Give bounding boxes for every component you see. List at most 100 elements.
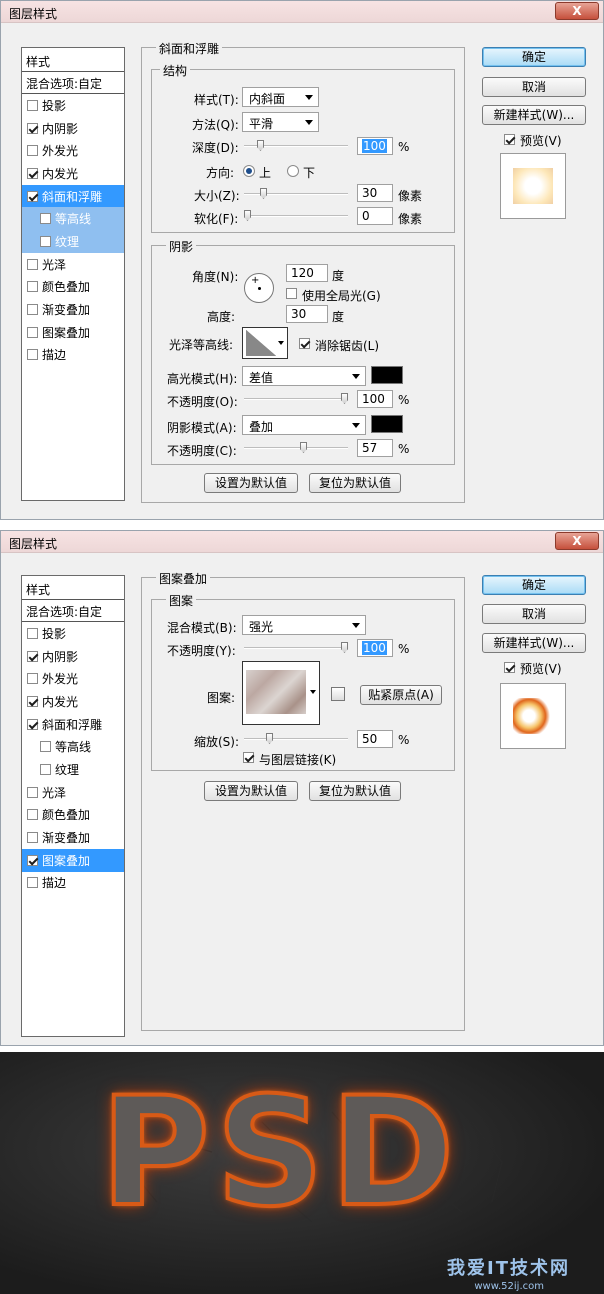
checkbox[interactable] [27,281,38,293]
styles-header[interactable]: 样式 [22,576,124,600]
link-with-layer-checkbox[interactable] [243,752,254,763]
style-texture[interactable]: 纹理 [22,230,124,253]
style-outer-glow[interactable]: 外发光 [22,667,124,690]
snap-to-origin-button[interactable]: 贴紧原点(A) [360,685,442,705]
size-input[interactable]: 30 [357,184,393,202]
style-inner-shadow[interactable]: 内阴影 [22,117,124,140]
slider-thumb[interactable] [341,642,348,653]
checkbox[interactable] [40,741,51,753]
close-button[interactable]: X [555,2,599,20]
style-color-overlay[interactable]: 颜色叠加 [22,276,124,299]
highlight-mode-select[interactable]: 差值 [242,366,366,386]
style-drop-shadow[interactable]: 投影 [22,94,124,117]
checkbox[interactable] [27,349,38,361]
slider-thumb[interactable] [244,210,251,221]
styles-header[interactable]: 样式 [22,48,124,72]
checkbox[interactable] [27,304,38,316]
direction-up-radio[interactable] [243,165,255,177]
bevel-style-select[interactable]: 内斜面 [242,87,319,107]
size-slider[interactable] [244,188,348,199]
new-style-button[interactable]: 新建样式(W)... [482,105,586,125]
slider-thumb[interactable] [341,393,348,404]
blending-options[interactable]: 混合选项:自定 [22,72,124,94]
style-drop-shadow[interactable]: 投影 [22,622,124,645]
checkbox[interactable] [27,695,38,707]
soften-slider[interactable] [244,210,348,221]
pattern-picker[interactable] [242,661,320,725]
new-preset-icon[interactable] [331,687,345,701]
checkbox[interactable] [27,854,38,866]
checkbox[interactable] [27,145,38,157]
style-contour[interactable]: 等高线 [22,207,124,231]
shadow-mode-select[interactable]: 叠加 [242,415,366,435]
style-stroke[interactable]: 描边 [22,872,124,895]
style-inner-glow[interactable]: 内发光 [22,162,124,185]
style-satin[interactable]: 光泽 [22,781,124,804]
new-style-button[interactable]: 新建样式(W)... [482,633,586,653]
style-pattern-overlay[interactable]: 图案叠加 [22,848,124,872]
scale-slider[interactable] [244,733,348,744]
anti-alias-checkbox[interactable] [299,338,310,349]
checkbox[interactable] [27,122,38,134]
checkbox[interactable] [27,786,38,798]
style-bevel-emboss[interactable]: 斜面和浮雕 [22,184,124,208]
style-contour[interactable]: 等高线 [22,735,124,758]
style-texture[interactable]: 纹理 [22,758,124,781]
checkbox[interactable] [40,235,51,247]
blending-options[interactable]: 混合选项:自定 [22,600,124,622]
style-color-overlay[interactable]: 颜色叠加 [22,804,124,827]
close-button[interactable]: X [555,532,599,550]
highlight-opacity-input[interactable]: 100 [357,390,393,408]
checkbox[interactable] [27,627,38,639]
slider-thumb[interactable] [257,140,264,151]
angle-input[interactable]: 120 [286,264,328,282]
angle-dial[interactable]: + [244,273,274,303]
slider-thumb[interactable] [260,188,267,199]
gloss-contour-picker[interactable] [242,327,288,359]
style-pattern-overlay[interactable]: 图案叠加 [22,321,124,344]
direction-down-radio[interactable] [287,165,299,177]
style-stroke[interactable]: 描边 [22,344,124,367]
style-outer-glow[interactable]: 外发光 [22,139,124,162]
checkbox[interactable] [27,809,38,821]
style-gradient-overlay[interactable]: 渐变叠加 [22,298,124,321]
technique-select[interactable]: 平滑 [242,112,319,132]
style-satin[interactable]: 光泽 [22,253,124,276]
global-light-checkbox[interactable] [286,288,297,299]
opacity-slider[interactable] [244,642,348,653]
make-default-button[interactable]: 设置为默认值 [204,473,298,493]
cancel-button[interactable]: 取消 [482,77,586,97]
preview-checkbox[interactable] [504,134,515,145]
checkbox[interactable] [27,832,38,844]
soften-input[interactable]: 0 [357,207,393,225]
ok-button[interactable]: 确定 [482,575,586,595]
slider-thumb[interactable] [266,733,273,744]
checkbox[interactable] [27,326,38,338]
checkbox[interactable] [27,650,38,662]
checkbox[interactable] [40,213,51,225]
depth-slider[interactable] [244,140,348,151]
checkbox[interactable] [27,167,38,179]
blend-mode-select[interactable]: 强光 [242,615,366,635]
ok-button[interactable]: 确定 [482,47,586,67]
checkbox[interactable] [27,99,38,111]
checkbox[interactable] [27,673,38,685]
altitude-input[interactable]: 30 [286,305,328,323]
style-bevel-emboss[interactable]: 斜面和浮雕 [22,713,124,736]
checkbox[interactable] [27,718,38,730]
style-inner-glow[interactable]: 内发光 [22,690,124,713]
checkbox[interactable] [27,258,38,270]
depth-input[interactable]: 100 [357,137,393,155]
shadow-opacity-slider[interactable] [244,442,348,453]
checkbox[interactable] [27,877,38,889]
opacity-input[interactable]: 100 [357,639,393,657]
scale-input[interactable]: 50 [357,730,393,748]
reset-default-button[interactable]: 复位为默认值 [309,473,401,493]
style-gradient-overlay[interactable]: 渐变叠加 [22,826,124,849]
cancel-button[interactable]: 取消 [482,604,586,624]
slider-thumb[interactable] [300,442,307,453]
reset-default-button[interactable]: 复位为默认值 [309,781,401,801]
style-inner-shadow[interactable]: 内阴影 [22,645,124,668]
shadow-color-swatch[interactable] [371,415,403,433]
highlight-opacity-slider[interactable] [244,393,348,404]
